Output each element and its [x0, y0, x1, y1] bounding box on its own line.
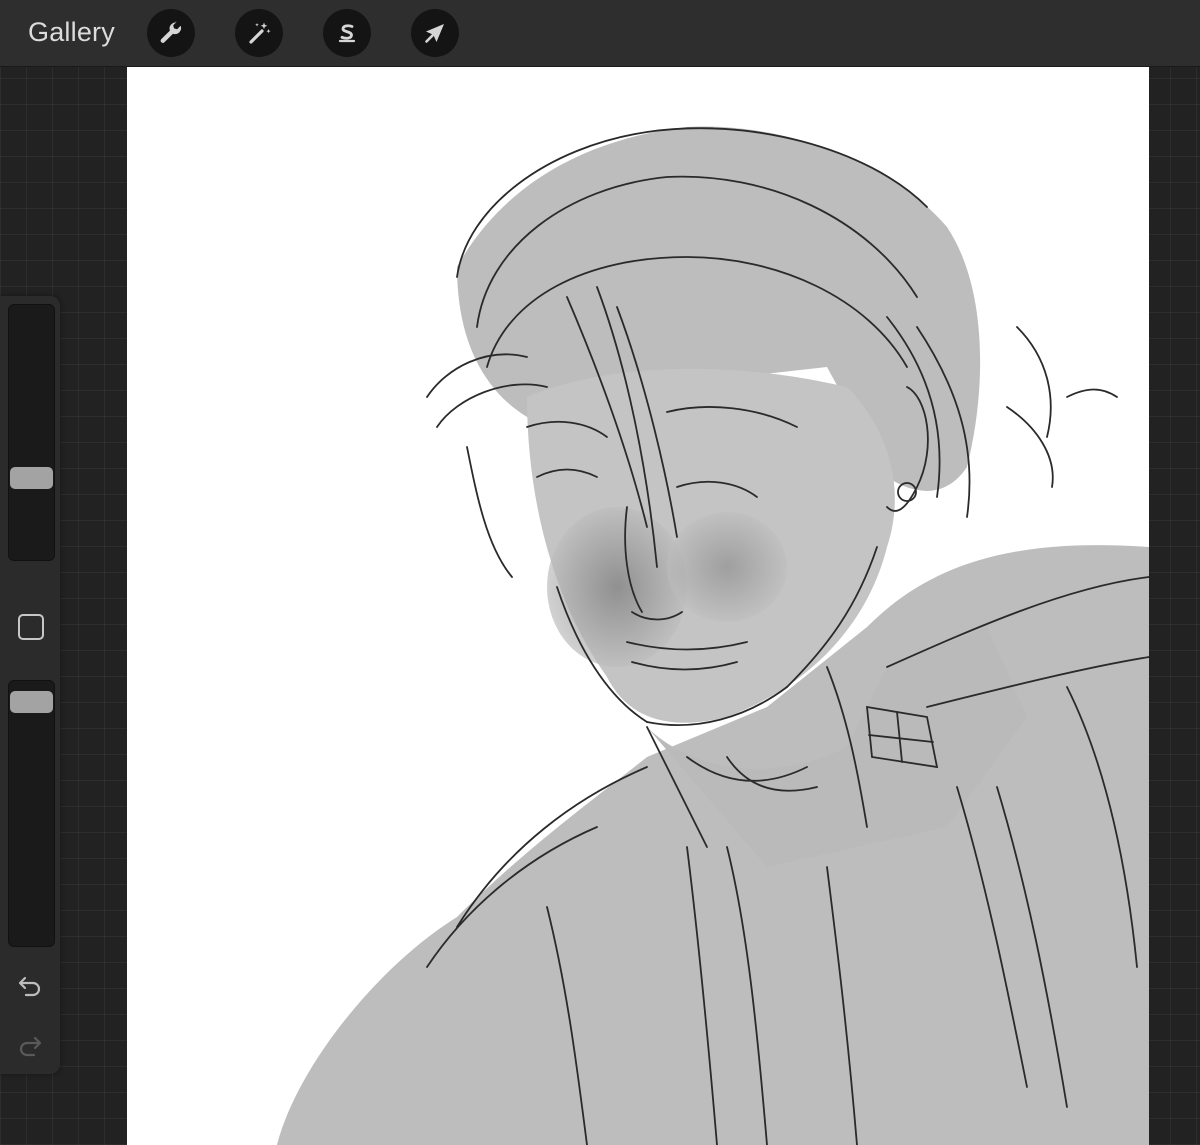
brush-size-thumb[interactable]: [10, 467, 53, 489]
transform-button[interactable]: [411, 9, 459, 57]
wrench-icon: [160, 21, 182, 43]
brush-size-slider[interactable]: [8, 304, 55, 561]
sketch-artwork: [277, 126, 1149, 1145]
actions-button[interactable]: [147, 9, 195, 57]
arrow-cursor-icon: [425, 24, 444, 43]
selection-s-icon: [338, 24, 356, 43]
left-sidebar: [0, 296, 60, 1074]
gallery-button[interactable]: Gallery: [28, 17, 115, 48]
square-icon[interactable]: [18, 614, 44, 640]
drawing-canvas[interactable]: [127, 67, 1149, 1145]
top-toolbar: Gallery: [0, 0, 1200, 67]
redo-icon[interactable]: [16, 1032, 44, 1060]
procreate-workspace: Gallery: [0, 0, 1200, 1145]
brush-opacity-slider[interactable]: [8, 680, 55, 947]
cheek-shade: [547, 507, 687, 667]
magic-wand-icon: [249, 22, 271, 44]
adjustments-button[interactable]: [235, 9, 283, 57]
cheek-shade-right: [667, 512, 787, 622]
brush-opacity-thumb[interactable]: [10, 691, 53, 713]
selection-button[interactable]: [323, 9, 371, 57]
undo-icon[interactable]: [16, 972, 44, 1000]
